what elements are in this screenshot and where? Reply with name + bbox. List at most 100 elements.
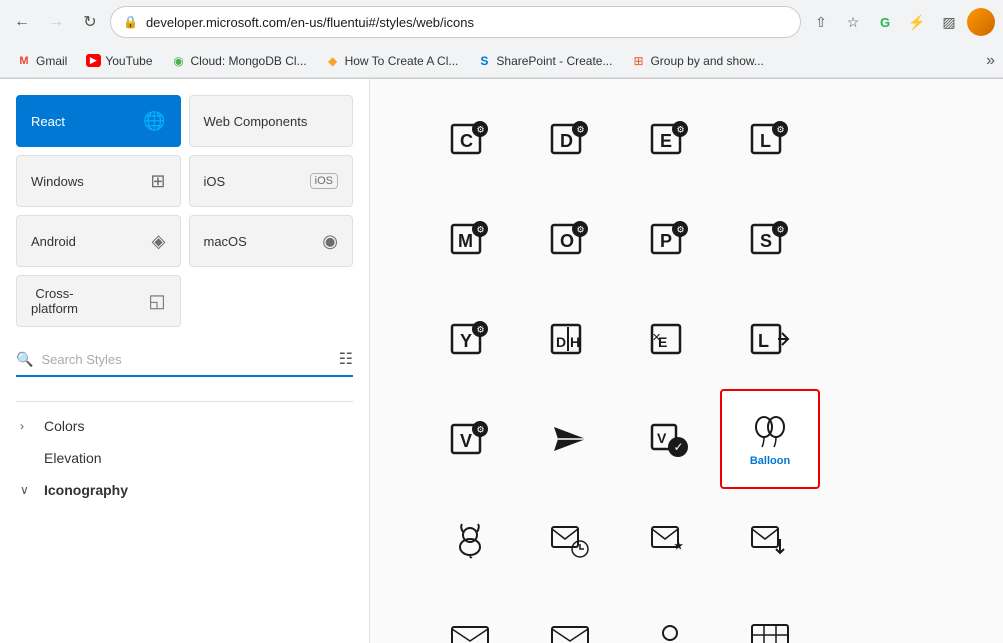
iconography-arrow: ∨ (20, 483, 36, 497)
android-icon: ◈ (152, 231, 166, 252)
bookmark-group[interactable]: ⊞ Group by and show... (622, 50, 771, 72)
icon-cell-y-gear[interactable]: Y ⚙ (420, 289, 520, 389)
icon-cell-o-gear[interactable]: O ⚙ (520, 189, 620, 289)
forward-button[interactable]: → (42, 8, 70, 36)
icon-cell-mail1[interactable] (420, 589, 520, 643)
bookmark-youtube[interactable]: ▶ YouTube (77, 50, 160, 72)
icon-cell-s-gear[interactable]: S ⚙ (720, 189, 820, 289)
search-icon: 🔍 (16, 351, 33, 368)
icon-cell-m-gear[interactable]: M ⚙ (420, 189, 520, 289)
browser-toolbar: ← → ↻ 🔒 developer.microsoft.com/en-us/fl… (0, 0, 1003, 44)
platform-android[interactable]: Android ◈ (16, 215, 181, 267)
refresh-button[interactable]: ↻ (76, 8, 104, 36)
share-button[interactable]: ⇧ (807, 8, 835, 36)
windows-icon: ⊞ (150, 171, 165, 192)
bookmarks-more[interactable]: » (986, 52, 995, 70)
sharepoint-favicon: S (476, 53, 492, 69)
tree-item-colors[interactable]: › Colors (16, 410, 353, 442)
split-button[interactable]: ▨ (935, 8, 963, 36)
icon-cell-balloon[interactable]: Balloon (720, 389, 820, 489)
icon-cell-ex[interactable]: E ✕ (620, 289, 720, 389)
svg-text:H: H (570, 334, 580, 350)
macos-icon: ◉ (322, 231, 338, 252)
svg-text:⚙: ⚙ (477, 125, 485, 135)
icon-cell-mail-clock[interactable] (520, 489, 620, 589)
back-button[interactable]: ← (8, 8, 36, 36)
svg-text:S: S (760, 231, 772, 251)
android-label: Android (31, 234, 76, 249)
icon-cell-e-gear[interactable]: E ⚙ (620, 89, 720, 189)
mail2-icon (550, 619, 590, 643)
platform-grid: React 🌐 Web Components Windows ⊞ iOS iOS… (16, 95, 353, 327)
extensions-button[interactable]: ⚡ (903, 8, 931, 36)
profile-avatar[interactable] (967, 8, 995, 36)
youtube-label: YouTube (105, 54, 152, 68)
icon-cell-l-gear[interactable]: L ⚙ (720, 89, 820, 189)
tree-item-elevation[interactable]: Elevation (16, 442, 353, 474)
icon-cell-dh[interactable]: D H (520, 289, 620, 389)
platform-web-components[interactable]: Web Components (189, 95, 354, 147)
search-input[interactable] (41, 352, 330, 367)
address-bar[interactable]: 🔒 developer.microsoft.com/en-us/fluentui… (110, 6, 801, 38)
icon-cell-dog[interactable] (420, 489, 520, 589)
balloon-label: Balloon (750, 455, 790, 467)
svg-text:D: D (560, 131, 573, 151)
bookmark-howto[interactable]: ◆ How To Create A Cl... (317, 50, 467, 72)
icon-cell-c-gear[interactable]: C ⚙ (420, 89, 520, 189)
mail1-icon (450, 619, 490, 643)
svg-text:Y: Y (460, 331, 472, 351)
icon-cell-mail-down[interactable] (720, 489, 820, 589)
group-label: Group by and show... (650, 54, 763, 68)
platform-cross[interactable]: Cross-platform ◱ (16, 275, 181, 327)
mongodb-label: Cloud: MongoDB Cl... (191, 54, 307, 68)
o-gear-icon: O ⚙ (550, 219, 590, 259)
grammarly-button[interactable]: G (871, 8, 899, 36)
platform-ios[interactable]: iOS iOS (189, 155, 354, 207)
tree-item-iconography[interactable]: ∨ Iconography (16, 474, 353, 506)
elevation-label: Elevation (44, 450, 102, 466)
grid-toggle-icon[interactable]: ☷ (339, 349, 353, 369)
balloon-icon (750, 411, 790, 451)
dog-icon (450, 519, 490, 559)
bookmark-gmail[interactable]: M Gmail (8, 50, 75, 72)
bookmark-mongodb[interactable]: ◉ Cloud: MongoDB Cl... (163, 50, 315, 72)
svg-text:⚙: ⚙ (577, 125, 585, 135)
colors-arrow: › (20, 419, 36, 433)
s-gear-icon: S ⚙ (750, 219, 790, 259)
icon-cell-send[interactable] (520, 389, 620, 489)
p-gear-icon: P ⚙ (650, 219, 690, 259)
gmail-favicon: M (16, 53, 32, 69)
platform-macos[interactable]: macOS ◉ (189, 215, 354, 267)
icon-cell-table[interactable] (720, 589, 820, 643)
bookmark-button[interactable]: ☆ (839, 8, 867, 36)
ios-icon: iOS (310, 173, 338, 189)
colors-label: Colors (44, 418, 84, 434)
svg-text:L: L (760, 131, 771, 151)
icon-cell-v-gear[interactable]: V ⚙ (420, 389, 520, 489)
v-gear-icon: V ⚙ (450, 419, 490, 459)
icon-cell-l-arrow[interactable]: L (720, 289, 820, 389)
icon-cell-mail2[interactable] (520, 589, 620, 643)
icon-cell-person[interactable] (620, 589, 720, 643)
icon-cell-mail-star[interactable] (620, 489, 720, 589)
icon-cell-v2[interactable]: V ✓ (620, 389, 720, 489)
icon-cell-p-gear[interactable]: P ⚙ (620, 189, 720, 289)
platform-react[interactable]: React 🌐 (16, 95, 181, 147)
sidebar: React 🌐 Web Components Windows ⊞ iOS iOS… (0, 79, 370, 643)
nav-tree: › Colors Elevation ∨ Iconography (16, 393, 353, 506)
ex-icon: E ✕ (650, 319, 690, 359)
lock-icon: 🔒 (123, 15, 138, 29)
platform-windows[interactable]: Windows ⊞ (16, 155, 181, 207)
svg-text:✕: ✕ (652, 332, 661, 344)
y-gear-icon: Y ⚙ (450, 319, 490, 359)
icon-cell-d-gear[interactable]: D ⚙ (520, 89, 620, 189)
url-text: developer.microsoft.com/en-us/fluentui#/… (146, 15, 788, 30)
iconography-label: Iconography (44, 482, 128, 498)
svg-text:⚙: ⚙ (777, 225, 785, 235)
svg-text:✓: ✓ (674, 440, 684, 454)
svg-text:⚙: ⚙ (477, 325, 485, 335)
svg-text:⚙: ⚙ (477, 425, 485, 435)
svg-text:⚙: ⚙ (677, 125, 685, 135)
cross-label: Cross-platform (31, 286, 78, 316)
bookmark-sharepoint[interactable]: S SharePoint - Create... (468, 50, 620, 72)
